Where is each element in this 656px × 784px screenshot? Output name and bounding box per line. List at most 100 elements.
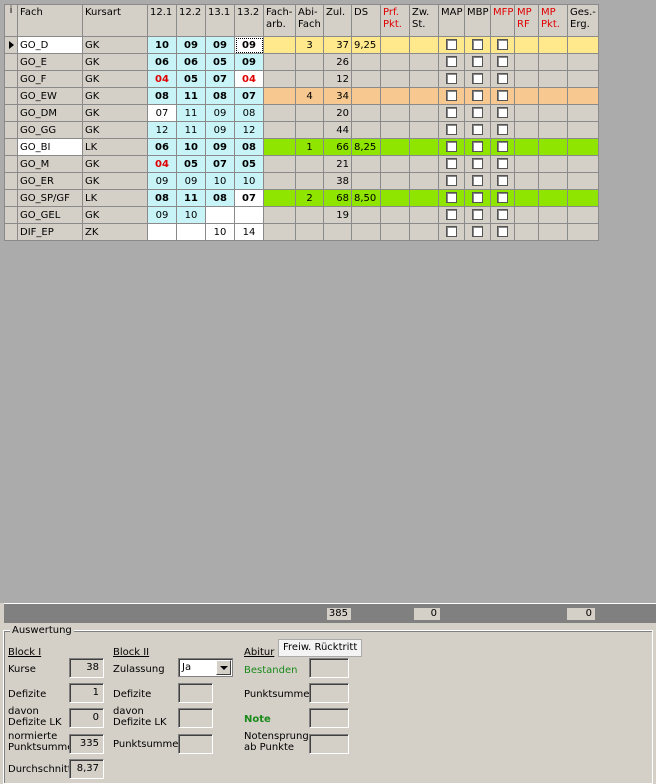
cell-grade-131[interactable]: 10 xyxy=(205,223,235,241)
map-checkbox[interactable] xyxy=(446,56,457,68)
mfp-checkbox[interactable] xyxy=(497,73,508,85)
cell-mp-punkte[interactable] xyxy=(538,104,568,122)
cell-kursart[interactable]: GK xyxy=(82,121,148,139)
cell-grade-132[interactable]: 09 xyxy=(234,36,264,54)
cell-mfp[interactable] xyxy=(490,155,515,173)
mbp-checkbox[interactable] xyxy=(472,192,483,204)
row-indicator[interactable] xyxy=(4,223,18,241)
mfp-checkbox[interactable] xyxy=(497,107,508,119)
cell-abifach[interactable]: 1 xyxy=(295,138,324,156)
cell-facharbeit[interactable] xyxy=(263,155,296,173)
cell-grade-121[interactable]: 12 xyxy=(147,121,177,139)
cell-fach[interactable]: DIF_EP xyxy=(17,223,83,241)
mbp-checkbox[interactable] xyxy=(472,141,483,153)
cell-gesamtergebnis[interactable] xyxy=(567,70,599,88)
cell-map[interactable] xyxy=(438,189,465,207)
cell-zulassung[interactable]: 26 xyxy=(323,53,352,71)
cell-grade-131[interactable]: 09 xyxy=(205,121,235,139)
mfp-checkbox[interactable] xyxy=(497,226,508,238)
cell-mp-punkte[interactable] xyxy=(538,36,568,54)
cell-facharbeit[interactable] xyxy=(263,70,296,88)
cell-pruef-punkte[interactable] xyxy=(380,155,410,173)
row-indicator[interactable] xyxy=(4,138,18,156)
row-indicator[interactable] xyxy=(4,172,18,190)
cell-ds[interactable]: 8,25 xyxy=(351,138,381,156)
col-header-12-1[interactable]: 12.1 xyxy=(147,4,177,37)
cell-mp-rf[interactable] xyxy=(514,87,539,105)
mfp-checkbox[interactable] xyxy=(497,158,508,170)
cell-gesamtergebnis[interactable] xyxy=(567,189,599,207)
cell-mp-rf[interactable] xyxy=(514,138,539,156)
cell-mbp[interactable] xyxy=(464,121,491,139)
cell-zwischenstand[interactable] xyxy=(409,155,439,173)
cell-facharbeit[interactable] xyxy=(263,36,296,54)
cell-mbp[interactable] xyxy=(464,172,491,190)
cell-mfp[interactable] xyxy=(490,189,515,207)
cell-zulassung[interactable]: 37 xyxy=(323,36,352,54)
map-checkbox[interactable] xyxy=(446,226,457,238)
cell-mbp[interactable] xyxy=(464,223,491,241)
cell-ds[interactable] xyxy=(351,223,381,241)
cell-mbp[interactable] xyxy=(464,155,491,173)
row-indicator[interactable] xyxy=(4,36,18,54)
cell-pruef-punkte[interactable] xyxy=(380,172,410,190)
cell-fach[interactable]: GO_E xyxy=(17,53,83,71)
cell-kursart[interactable]: ZK xyxy=(82,223,148,241)
table-row[interactable]: GO_M GK 04 05 07 05 21 xyxy=(4,155,599,173)
cell-fach[interactable]: GO_DM xyxy=(17,104,83,122)
mfp-checkbox[interactable] xyxy=(497,56,508,68)
cell-grade-132[interactable]: 07 xyxy=(234,87,264,105)
cell-mfp[interactable] xyxy=(490,138,515,156)
cell-grade-131[interactable]: 08 xyxy=(205,87,235,105)
cell-mp-punkte[interactable] xyxy=(538,70,568,88)
cell-ds[interactable] xyxy=(351,104,381,122)
cell-mbp[interactable] xyxy=(464,87,491,105)
cell-mp-rf[interactable] xyxy=(514,155,539,173)
mbp-checkbox[interactable] xyxy=(472,158,483,170)
mfp-checkbox[interactable] xyxy=(497,39,508,51)
cell-grade-121[interactable]: 06 xyxy=(147,138,177,156)
cell-grade-122[interactable]: 09 xyxy=(176,36,206,54)
cell-mbp[interactable] xyxy=(464,189,491,207)
cell-fach[interactable]: GO_SP/GF xyxy=(17,189,83,207)
cell-facharbeit[interactable] xyxy=(263,53,296,71)
cell-abifach[interactable] xyxy=(295,172,324,190)
cell-zulassung[interactable]: 38 xyxy=(323,172,352,190)
cell-pruef-punkte[interactable] xyxy=(380,53,410,71)
cell-kursart[interactable]: GK xyxy=(82,155,148,173)
cell-zwischenstand[interactable] xyxy=(409,189,439,207)
cell-ds[interactable] xyxy=(351,70,381,88)
cell-grade-132[interactable]: 10 xyxy=(234,172,264,190)
col-header-mp-rf[interactable]: MP RF xyxy=(514,4,539,37)
cell-grade-131[interactable]: 07 xyxy=(205,155,235,173)
table-row[interactable]: GO_EW GK 08 11 08 07 4 34 xyxy=(4,87,599,105)
cell-grade-122[interactable]: 05 xyxy=(176,70,206,88)
mbp-checkbox[interactable] xyxy=(472,73,483,85)
cell-gesamtergebnis[interactable] xyxy=(567,223,599,241)
col-header-zulassung[interactable]: Zul. xyxy=(323,4,352,37)
cell-zulassung[interactable]: 21 xyxy=(323,155,352,173)
cell-grade-121[interactable]: 08 xyxy=(147,189,177,207)
row-indicator[interactable] xyxy=(4,53,18,71)
col-header-gesamtergebnis[interactable]: Ges.- Erg. xyxy=(567,4,599,37)
cell-grade-122[interactable]: 11 xyxy=(176,87,206,105)
chevron-down-icon[interactable] xyxy=(216,660,231,675)
cell-mfp[interactable] xyxy=(490,104,515,122)
cell-gesamtergebnis[interactable] xyxy=(567,172,599,190)
col-header-zwischenstand[interactable]: Zw. St. xyxy=(409,4,439,37)
mbp-checkbox[interactable] xyxy=(472,39,483,51)
table-row[interactable]: GO_GEL GK 09 10 19 xyxy=(4,206,599,224)
cell-gesamtergebnis[interactable] xyxy=(567,121,599,139)
cell-grade-131[interactable]: 07 xyxy=(205,70,235,88)
cell-zulassung[interactable]: 66 xyxy=(323,138,352,156)
cell-mp-punkte[interactable] xyxy=(538,206,568,224)
cell-grade-132[interactable]: 09 xyxy=(234,53,264,71)
mbp-checkbox[interactable] xyxy=(472,107,483,119)
cell-kursart[interactable]: LK xyxy=(82,138,148,156)
cell-facharbeit[interactable] xyxy=(263,172,296,190)
cell-abifach[interactable] xyxy=(295,53,324,71)
cell-map[interactable] xyxy=(438,36,465,54)
mbp-checkbox[interactable] xyxy=(472,90,483,102)
cell-grade-121[interactable]: 04 xyxy=(147,70,177,88)
cell-facharbeit[interactable] xyxy=(263,189,296,207)
